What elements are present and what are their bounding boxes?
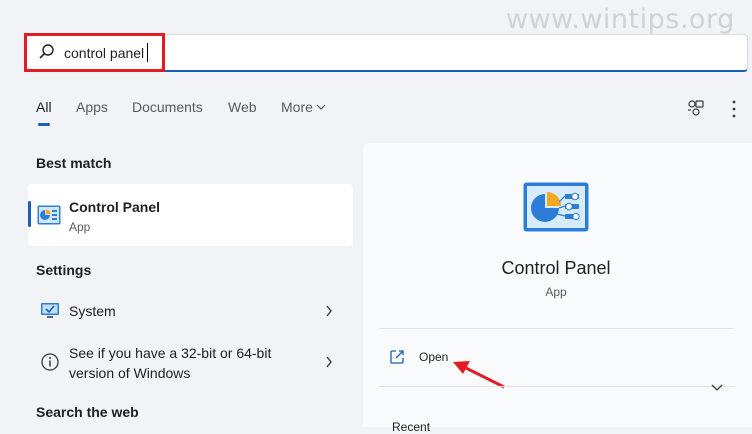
best-match-type: App [69,220,91,234]
chevron-down-icon [316,104,326,110]
best-match-title: Control Panel [69,199,161,215]
settings-item-system-label: System [69,303,116,319]
open-external-icon [390,350,404,364]
details-type: App [545,285,567,299]
tab-all[interactable]: All [36,99,52,115]
monitor-check-icon [41,303,59,318]
details-title: Control Panel [501,258,611,278]
settings-item-bitness-line1: See if you have a 32-bit or 64-bit [69,345,272,361]
chevron-right-icon [326,356,332,368]
tab-all-indicator [38,123,50,126]
selection-indicator [28,201,31,227]
account-switch-icon[interactable] [686,98,706,118]
tab-web[interactable]: Web [228,99,257,115]
divider [379,386,734,387]
recent-heading: Recent [392,420,431,434]
chevron-right-icon [326,305,332,317]
tab-apps[interactable]: Apps [76,99,108,115]
watermark: www.wintips.org [506,4,735,35]
search-web-heading: Search the web [36,404,139,420]
open-label: Open [419,350,449,364]
divider [379,328,734,329]
control-panel-large-icon [523,182,589,232]
chevron-down-icon[interactable] [711,383,723,392]
search-highlight-box [24,33,165,72]
info-icon [41,353,59,371]
control-panel-icon [37,205,61,225]
best-match-heading: Best match [36,155,112,171]
best-match-result[interactable] [28,184,353,246]
settings-heading: Settings [36,262,92,278]
tab-more[interactable]: More [281,99,313,115]
settings-item-bitness-line2: version of Windows [69,365,191,381]
more-options-icon[interactable] [731,99,737,119]
tab-documents[interactable]: Documents [132,99,203,115]
